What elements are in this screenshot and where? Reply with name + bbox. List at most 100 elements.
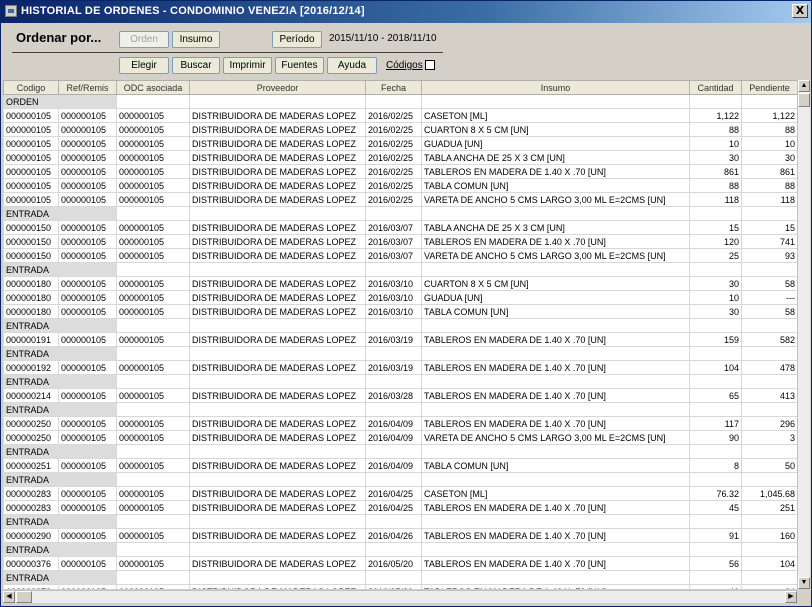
column-header[interactable]: Insumo bbox=[421, 80, 690, 95]
empty-cell bbox=[689, 514, 742, 529]
period-range: 2015/11/10 - 2018/11/10 bbox=[329, 33, 437, 44]
empty-cell bbox=[116, 374, 190, 389]
column-header[interactable]: Ref/Remis bbox=[58, 80, 117, 95]
cell-pendiente: 15 bbox=[741, 220, 797, 235]
table-row[interactable]: 000000105 000000105 000000105 DISTRIBUIDORA… bbox=[3, 122, 797, 137]
vertical-scrollbar[interactable]: ▲ ▼ bbox=[797, 80, 810, 589]
cell-pendiente: 413 bbox=[741, 388, 797, 403]
table-row[interactable]: 000000250 000000105 000000105 DISTRIBUIDORA… bbox=[3, 430, 797, 445]
table-row[interactable]: 000000376 000000105 000000105 DISTRIBUIDORA… bbox=[3, 556, 797, 571]
column-header[interactable]: Codigo bbox=[3, 80, 59, 95]
scroll-down-icon[interactable]: ▼ bbox=[798, 577, 810, 589]
table-row[interactable]: 000000105 000000105 000000105 DISTRIBUIDORA… bbox=[3, 108, 797, 123]
table-row[interactable]: 000000290 000000105 000000105 DISTRIBUIDORA… bbox=[3, 528, 797, 543]
empty-cell bbox=[421, 346, 690, 361]
table-row[interactable]: 000000105 000000105 000000105 DISTRIBUIDORA… bbox=[3, 192, 797, 207]
scroll-right-icon[interactable]: ▶ bbox=[785, 591, 797, 603]
empty-cell bbox=[365, 206, 422, 221]
cell-odc: 000000105 bbox=[116, 416, 190, 431]
cell-cantidad: 90 bbox=[689, 430, 742, 445]
codigos-label: Códigos bbox=[386, 60, 423, 71]
empty-cell bbox=[741, 206, 797, 221]
table-row[interactable]: 000000192 000000105 000000105 DISTRIBUIDORA… bbox=[3, 360, 797, 375]
cell-pendiente: 93 bbox=[741, 248, 797, 263]
table-row[interactable]: 000000379000000105000000105DISTRIBUIDORA… bbox=[3, 584, 797, 589]
cell-odc: 000000105 bbox=[116, 150, 190, 165]
vertical-scroll-thumb[interactable] bbox=[798, 93, 810, 107]
table-row[interactable]: 000000105 000000105 000000105 DISTRIBUIDORA… bbox=[3, 150, 797, 165]
grid-header-row: Codigo Ref/Remis ODC asociada Proveedor Fech… bbox=[3, 80, 797, 95]
column-header[interactable]: Proveedor bbox=[189, 80, 366, 95]
empty-cell bbox=[689, 472, 742, 487]
table-row[interactable]: 000000251 000000105 000000105 DISTRIBUIDORA… bbox=[3, 458, 797, 473]
column-header[interactable]: Cantidad bbox=[689, 80, 742, 95]
section-row[interactable]: ENTRADA bbox=[3, 444, 797, 459]
section-row[interactable]: ENTRADA bbox=[3, 472, 797, 487]
empty-cell bbox=[741, 542, 797, 557]
section-row[interactable]: ENTRADA bbox=[3, 318, 797, 333]
cell-pendiente: 50 bbox=[741, 458, 797, 473]
section-row[interactable]: ENTRADA bbox=[3, 206, 797, 221]
title-bar[interactable]: HISTORIAL DE ORDENES - CONDOMINIO VENEZI… bbox=[1, 1, 811, 23]
codigos-checkbox[interactable] bbox=[425, 60, 435, 70]
table-row[interactable]: 000000250 000000105 000000105 DISTRIBUIDORA… bbox=[3, 416, 797, 431]
section-row[interactable]: ENTRADA bbox=[3, 262, 797, 277]
section-row[interactable]: ENTRADA bbox=[3, 542, 797, 557]
section-row[interactable]: ORDEN bbox=[3, 94, 797, 109]
section-row[interactable]: ENTRADA bbox=[3, 374, 797, 389]
cell-insumo: CASETON [ML] bbox=[421, 108, 690, 123]
close-icon[interactable]: X bbox=[792, 4, 808, 18]
cell-ref: 000000105 bbox=[58, 136, 117, 151]
column-header[interactable]: Fecha bbox=[365, 80, 422, 95]
scroll-corner bbox=[797, 590, 810, 603]
section-row[interactable]: ENTRADA bbox=[3, 402, 797, 417]
sort-insumo-button[interactable]: Insumo bbox=[172, 31, 220, 48]
table-row[interactable]: 000000105 000000105 000000105 DISTRIBUIDORA… bbox=[3, 136, 797, 151]
cell-codigo: 000000105 bbox=[3, 136, 59, 151]
cell-pendiente: 582 bbox=[741, 332, 797, 347]
table-row[interactable]: 000000150 000000105 000000105 DISTRIBUIDORA… bbox=[3, 234, 797, 249]
section-row[interactable]: ENTRADA bbox=[3, 514, 797, 529]
cell-ref: 000000105 bbox=[58, 248, 117, 263]
table-row[interactable]: 000000191 000000105 000000105 DISTRIBUIDORA… bbox=[3, 332, 797, 347]
table-row[interactable]: 000000105 000000105 000000105 DISTRIBUIDORA… bbox=[3, 178, 797, 193]
table-row[interactable]: 000000180 000000105 000000105 DISTRIBUIDORA… bbox=[3, 304, 797, 319]
sort-orden-button[interactable]: Orden bbox=[119, 31, 169, 48]
column-header[interactable]: ODC asociada bbox=[116, 80, 190, 95]
empty-cell bbox=[689, 262, 742, 277]
imprimir-button[interactable]: Imprimir bbox=[223, 57, 272, 74]
section-row[interactable]: ENTRADA bbox=[3, 570, 797, 585]
orders-grid[interactable]: Codigo Ref/Remis ODC asociada Proveedor Fech… bbox=[3, 80, 797, 589]
scroll-up-icon[interactable]: ▲ bbox=[798, 80, 810, 92]
scroll-left-icon[interactable]: ◀ bbox=[3, 591, 15, 603]
buscar-button[interactable]: Buscar bbox=[172, 57, 220, 74]
table-row[interactable]: 000000283 000000105 000000105 DISTRIBUIDORA… bbox=[3, 486, 797, 501]
table-row[interactable]: 000000180 000000105 000000105 DISTRIBUIDORA… bbox=[3, 276, 797, 291]
cell-pendiente: 1,045.68 bbox=[741, 486, 797, 501]
horizontal-scrollbar[interactable]: ◀ ▶ bbox=[3, 590, 797, 603]
empty-cell bbox=[741, 94, 797, 109]
table-row[interactable]: 000000283 000000105 000000105 DISTRIBUIDORA… bbox=[3, 500, 797, 515]
table-row[interactable]: 000000105 000000105 000000105 DISTRIBUIDORA… bbox=[3, 164, 797, 179]
horizontal-scroll-thumb[interactable] bbox=[16, 591, 32, 603]
cell-ref: 000000105 bbox=[58, 416, 117, 431]
empty-cell bbox=[741, 514, 797, 529]
cell-fecha: 2016/04/09 bbox=[365, 430, 422, 445]
ayuda-button[interactable]: Ayuda bbox=[327, 57, 377, 74]
table-row[interactable]: 000000150 000000105 000000105 DISTRIBUIDORA… bbox=[3, 220, 797, 235]
cell-fecha: 2016/02/25 bbox=[365, 192, 422, 207]
empty-cell bbox=[189, 318, 366, 333]
table-row[interactable]: 000000180 000000105 000000105 DISTRIBUIDORA… bbox=[3, 290, 797, 305]
cell-proveedor: DISTRIBUIDORA DE MADERAS LOPEZ bbox=[189, 178, 366, 193]
section-row[interactable]: ENTRADA bbox=[3, 346, 797, 361]
cell-insumo: TABLEROS EN MADERA DE 1.40 X .70 [UN] bbox=[421, 388, 690, 403]
empty-cell bbox=[689, 402, 742, 417]
cell-codigo: 000000180 bbox=[3, 290, 59, 305]
table-row[interactable]: 000000214 000000105 000000105 DISTRIBUIDORA… bbox=[3, 388, 797, 403]
column-header[interactable]: Pendiente bbox=[741, 80, 797, 95]
period-button[interactable]: Período bbox=[272, 31, 322, 48]
elegir-button[interactable]: Elegir bbox=[119, 57, 169, 74]
cell-codigo: 000000214 bbox=[3, 388, 59, 403]
fuentes-button[interactable]: Fuentes bbox=[275, 57, 324, 74]
table-row[interactable]: 000000150 000000105 000000105 DISTRIBUIDORA… bbox=[3, 248, 797, 263]
